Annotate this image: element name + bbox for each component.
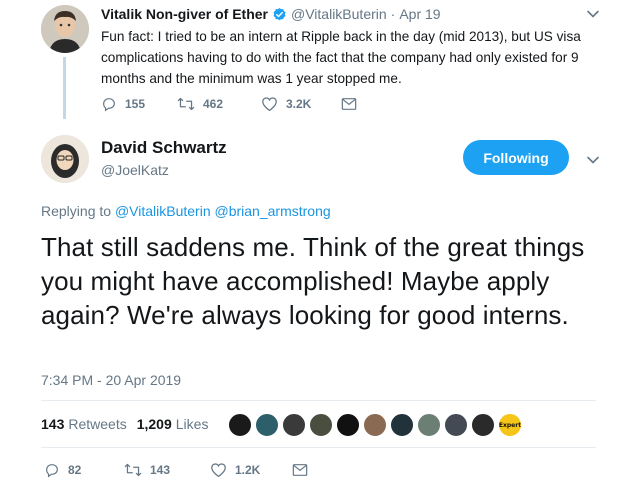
liker-avatar[interactable] [363, 413, 387, 437]
parent-tweet[interactable]: Vitalik Non-giver of Ether @VitalikButer… [0, 0, 642, 122]
retweets-stat[interactable]: 143 Retweets [41, 416, 127, 432]
liker-avatars: Expert [228, 413, 525, 437]
main-avatar[interactable] [41, 135, 89, 183]
likes-stat[interactable]: 1,209 Likes [137, 416, 209, 432]
parent-action-bar: 155 462 3.2K [101, 96, 389, 112]
main-author-name[interactable]: David Schwartz [101, 138, 227, 158]
dm-button[interactable] [341, 97, 365, 111]
thread-connector [63, 57, 66, 119]
main-action-bar: 82 143 1.2K [44, 462, 340, 478]
like-button[interactable]: 1.2K [210, 462, 268, 478]
replying-prefix: Replying to [41, 203, 112, 219]
divider [41, 400, 596, 401]
reply-button[interactable]: 155 [101, 96, 153, 112]
replying-to: Replying to @VitalikButerin @brian_armst… [41, 203, 331, 219]
parent-author-handle[interactable]: @VitalikButerin [291, 6, 387, 22]
parent-author-name[interactable]: Vitalik Non-giver of Ether [101, 6, 268, 22]
retweet-icon [177, 97, 195, 111]
retweet-icon [124, 463, 142, 477]
main-author-handle[interactable]: @JoelKatz [101, 162, 169, 178]
retweet-button[interactable]: 462 [177, 96, 237, 112]
like-button[interactable]: 3.2K [261, 96, 317, 112]
liker-avatar[interactable] [309, 413, 333, 437]
retweets-label: Retweets [68, 416, 127, 432]
dm-icon [292, 464, 308, 476]
reply-icon [103, 98, 115, 112]
divider [41, 447, 596, 448]
liker-avatar[interactable] [390, 413, 414, 437]
mention-link[interactable]: @brian_armstrong [215, 203, 331, 219]
liker-avatar[interactable] [255, 413, 279, 437]
reply-icon [46, 464, 58, 478]
liker-avatar[interactable] [282, 413, 306, 437]
dm-icon [341, 98, 357, 110]
retweet-button[interactable]: 143 [124, 462, 186, 478]
liker-avatar[interactable] [444, 413, 468, 437]
liker-avatar[interactable] [471, 413, 495, 437]
separator-dot: · [390, 6, 396, 22]
liker-avatar[interactable] [336, 413, 360, 437]
parent-retweet-count: 462 [203, 97, 224, 111]
liker-avatar[interactable] [417, 413, 441, 437]
following-button[interactable]: Following [463, 140, 569, 175]
parent-tweet-text: Fun fact: I tried to be an intern at Rip… [101, 29, 581, 86]
liker-avatar[interactable] [228, 413, 252, 437]
parent-avatar[interactable] [41, 5, 89, 53]
verified-icon [272, 7, 287, 22]
tweet-timestamp[interactable]: 7:34 PM - 20 Apr 2019 [41, 372, 181, 388]
parent-reply-count: 155 [125, 97, 146, 111]
mention-link[interactable]: @VitalikButerin [115, 203, 211, 219]
main-reply-count: 82 [68, 463, 82, 477]
like-total: 1,209 [136, 416, 172, 432]
engagement-stats: 143 Retweets 1,209 Likes [41, 416, 218, 432]
like-icon [262, 97, 277, 112]
parent-date[interactable]: Apr 19 [399, 6, 440, 22]
like-icon [211, 463, 226, 478]
main-retweet-count: 143 [150, 463, 171, 477]
dm-button[interactable] [292, 463, 316, 477]
caret-down-icon[interactable] [586, 7, 600, 26]
expert-badge-avatar[interactable]: Expert [498, 413, 522, 437]
main-like-count: 1.2K [235, 463, 261, 477]
caret-down-icon[interactable] [586, 153, 600, 172]
parent-header: Vitalik Non-giver of Ether @VitalikButer… [101, 5, 441, 23]
reply-button[interactable]: 82 [44, 462, 100, 478]
retweet-total: 143 [41, 416, 65, 432]
likes-label: Likes [175, 416, 209, 432]
parent-like-count: 3.2K [286, 97, 312, 111]
main-tweet-text: That still saddens me. Think of the grea… [41, 232, 585, 330]
